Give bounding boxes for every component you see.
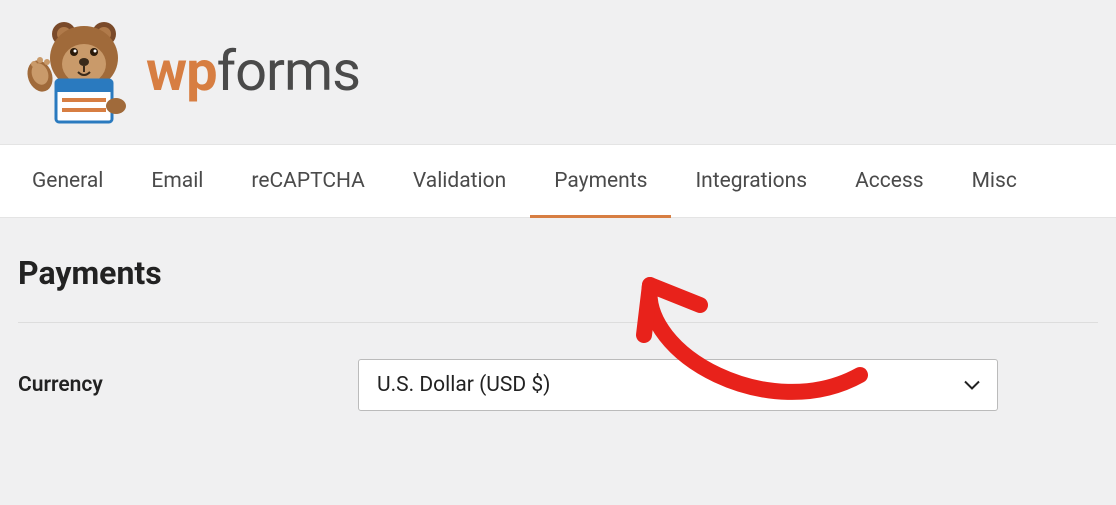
- header: wpforms: [0, 0, 1116, 144]
- logo-wp: wp: [146, 38, 217, 104]
- tab-label: Email: [151, 169, 203, 193]
- tab-integrations[interactable]: Integrations: [671, 145, 831, 217]
- tab-access[interactable]: Access: [831, 145, 948, 217]
- currency-row: Currency U.S. Dollar (USD $): [18, 359, 1098, 411]
- tab-label: General: [32, 169, 103, 193]
- section-title: Payments: [18, 254, 1098, 323]
- tab-label: Access: [855, 169, 924, 193]
- tab-label: Validation: [413, 169, 506, 193]
- currency-select-wrap: U.S. Dollar (USD $): [358, 359, 998, 411]
- tab-label: Misc: [972, 169, 1017, 193]
- content: Payments Currency U.S. Dollar (USD $): [0, 218, 1116, 411]
- currency-select[interactable]: U.S. Dollar (USD $): [358, 359, 998, 411]
- logo-forms: forms: [217, 38, 360, 104]
- tab-email[interactable]: Email: [127, 145, 227, 217]
- currency-selected-value: U.S. Dollar (USD $): [377, 373, 550, 397]
- tab-payments[interactable]: Payments: [530, 145, 671, 217]
- tab-label: Payments: [554, 169, 647, 193]
- tab-validation[interactable]: Validation: [389, 145, 530, 217]
- tab-general[interactable]: General: [8, 145, 127, 217]
- currency-label: Currency: [18, 373, 358, 397]
- wpforms-mascot-icon: [20, 16, 138, 126]
- tab-label: reCAPTCHA: [251, 169, 364, 193]
- tab-label: Integrations: [695, 169, 807, 193]
- settings-tabs: General Email reCAPTCHA Validation Payme…: [0, 144, 1116, 218]
- tab-recaptcha[interactable]: reCAPTCHA: [227, 145, 388, 217]
- logo: wpforms: [20, 16, 1096, 126]
- logo-text: wpforms: [146, 38, 360, 104]
- tab-misc[interactable]: Misc: [948, 145, 1041, 217]
